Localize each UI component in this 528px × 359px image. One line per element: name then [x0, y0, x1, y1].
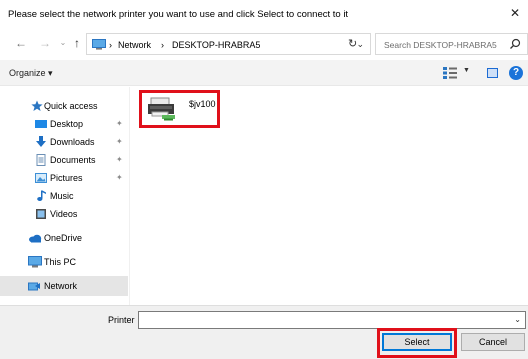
sidebar-item-network[interactable]: Network — [0, 276, 128, 296]
sidebar-item-videos[interactable]: Videos — [0, 204, 128, 224]
desktop-folder-icon — [35, 120, 47, 128]
pictures-icon — [35, 173, 47, 183]
printer-item[interactable]: $jv100 — [139, 90, 220, 128]
pin-icon[interactable]: ✦ — [116, 137, 123, 146]
chevron-down-icon[interactable]: ⌄ — [514, 315, 521, 324]
command-bar: Organize ▾ ▼ ? — [0, 60, 528, 86]
videos-icon — [36, 209, 46, 219]
help-icon[interactable]: ? — [509, 66, 523, 80]
printer-field-label: Printer — [108, 315, 135, 325]
breadcrumb-separator-icon: › — [109, 40, 112, 50]
documents-icon — [36, 154, 46, 166]
dialog-footer: Printer ⌄ Select Cancel — [0, 305, 528, 359]
sidebar-item-label: Downloads — [50, 137, 95, 147]
network-location-icon — [92, 39, 106, 50]
sidebar-item-label: Desktop — [50, 119, 84, 129]
sidebar-item-music[interactable]: Music — [0, 186, 128, 206]
breadcrumb-computer[interactable]: DESKTOP-HRABRA5 — [172, 40, 260, 50]
printer-icon — [148, 97, 175, 121]
sidebar-item-documents[interactable]: Documents ✦ — [0, 150, 128, 170]
cancel-button[interactable]: Cancel — [461, 333, 525, 351]
back-arrow-icon[interactable]: ← — [14, 36, 28, 50]
navigation-bar: ← → ⌄ ↑ › Network › DESKTOP-HRABRA5 ⌄ ↻ … — [0, 31, 528, 57]
sidebar-item-label: OneDrive — [44, 233, 83, 243]
pin-icon[interactable]: ✦ — [116, 173, 123, 182]
close-icon[interactable]: ✕ — [508, 6, 522, 20]
search-placeholder: Search DESKTOP-HRABRA5 — [384, 40, 497, 50]
window-title: Please select the network printer you wa… — [8, 9, 349, 20]
star-icon — [31, 100, 43, 111]
organize-menu-button[interactable]: Organize ▾ — [9, 68, 53, 79]
sidebar-item-label: Pictures — [50, 173, 83, 183]
change-view-icon[interactable] — [443, 67, 457, 79]
select-button[interactable]: Select — [382, 333, 452, 351]
title-bar: Please select the network printer you wa… — [0, 0, 528, 26]
printer-name-input[interactable]: ⌄ — [138, 311, 526, 329]
sidebar-item-label: Network — [44, 281, 78, 291]
breadcrumb-separator-icon: › — [161, 40, 164, 50]
sidebar-item-quick-access[interactable]: Quick access — [0, 96, 128, 116]
sidebar-item-pictures[interactable]: Pictures ✦ — [0, 168, 128, 188]
chevron-down-icon[interactable]: ⌄ — [356, 39, 364, 50]
preview-pane-icon[interactable] — [487, 68, 498, 78]
computer-icon — [28, 256, 42, 268]
recent-locations-dropdown-icon[interactable]: ⌄ — [56, 36, 70, 50]
cloud-icon — [29, 234, 42, 243]
forward-arrow-icon[interactable]: → — [38, 36, 52, 50]
sidebar-item-label: Documents — [50, 155, 96, 165]
sidebar-item-label: This PC — [44, 257, 77, 267]
sidebar-item-label: Videos — [50, 209, 78, 219]
pin-icon[interactable]: ✦ — [116, 155, 123, 164]
sidebar-item-label: Music — [50, 191, 74, 201]
network-icon — [28, 282, 40, 291]
view-options-dropdown-icon[interactable]: ▼ — [463, 67, 470, 74]
sidebar-item-onedrive[interactable]: OneDrive — [0, 228, 128, 248]
search-icon — [510, 38, 521, 49]
breadcrumb-network[interactable]: Network — [118, 40, 151, 50]
sidebar-item-desktop[interactable]: Desktop ✦ — [0, 114, 128, 134]
address-bar[interactable]: › Network › DESKTOP-HRABRA5 ⌄ — [86, 33, 371, 55]
download-arrow-icon — [36, 136, 46, 147]
navigation-pane: Quick access Desktop ✦ Downloads ✦ Docum… — [0, 87, 128, 303]
music-note-icon — [37, 190, 46, 201]
file-list-area: $jv100 — [130, 87, 528, 305]
sidebar-item-this-pc[interactable]: This PC — [0, 252, 128, 272]
search-input[interactable]: Search DESKTOP-HRABRA5 — [375, 33, 528, 55]
sidebar-item-downloads[interactable]: Downloads ✦ — [0, 132, 128, 152]
pin-icon[interactable]: ✦ — [116, 119, 123, 128]
printer-name: $jv100 — [189, 99, 216, 109]
refresh-icon[interactable]: ↻ — [348, 37, 357, 50]
sidebar-item-label: Quick access — [44, 101, 98, 111]
up-arrow-icon[interactable]: ↑ — [70, 36, 84, 50]
